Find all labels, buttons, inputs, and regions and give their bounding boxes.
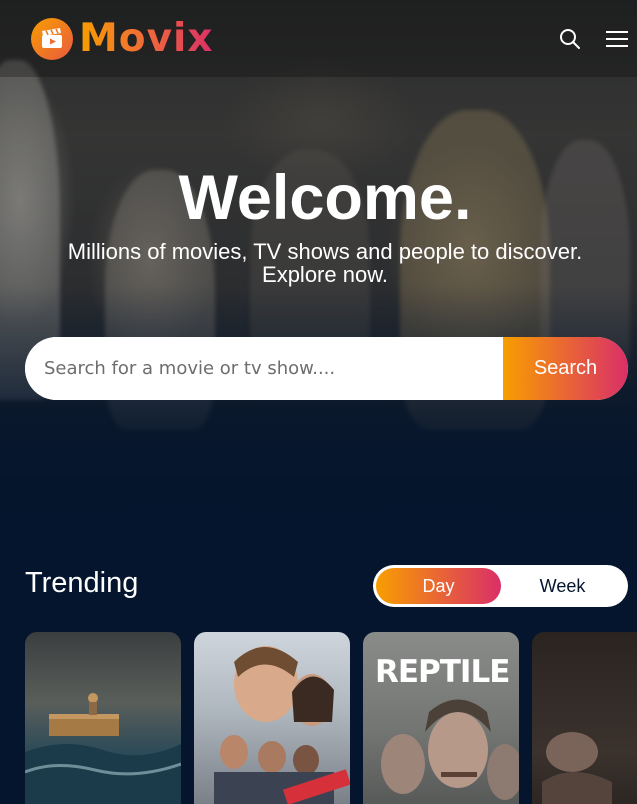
tab-week[interactable]: Week — [500, 568, 625, 604]
movie-card[interactable] — [194, 632, 350, 804]
movie-card[interactable] — [532, 632, 637, 804]
hero-subtitle-line-1: Millions of movies, TV shows and people … — [67, 239, 583, 264]
movie-card[interactable] — [25, 632, 181, 804]
hamburger-menu-icon[interactable] — [605, 27, 629, 51]
trending-title: Trending — [25, 567, 139, 599]
movie-card[interactable]: REPTILE — [363, 632, 519, 804]
poster-title-text: REPTILE — [375, 654, 510, 690]
logo[interactable]: Movix — [31, 16, 214, 61]
hero-subtitle: Millions of movies, TV shows and people … — [30, 240, 620, 286]
search-input[interactable] — [25, 337, 503, 400]
trending-carousel: REPTILE — [25, 632, 637, 804]
movie-poster-image — [542, 732, 612, 804]
movie-poster-image — [25, 693, 181, 804]
logo-text: Movix — [79, 16, 214, 61]
search-bar: Search — [25, 337, 628, 400]
search-button[interactable]: Search — [503, 337, 628, 400]
tab-day[interactable]: Day — [376, 568, 501, 604]
home-page: Movix Welcome. Millions of movies, TV sh… — [0, 0, 637, 804]
film-clapper-icon — [31, 17, 73, 60]
movie-poster-image — [214, 646, 350, 804]
top-header: Movix — [0, 0, 637, 77]
search-icon[interactable] — [558, 27, 582, 51]
time-window-switch: Day Week — [373, 565, 628, 607]
hero-title: Welcome. — [178, 163, 472, 233]
hero-subtitle-line-2: Explore now. — [262, 262, 388, 287]
